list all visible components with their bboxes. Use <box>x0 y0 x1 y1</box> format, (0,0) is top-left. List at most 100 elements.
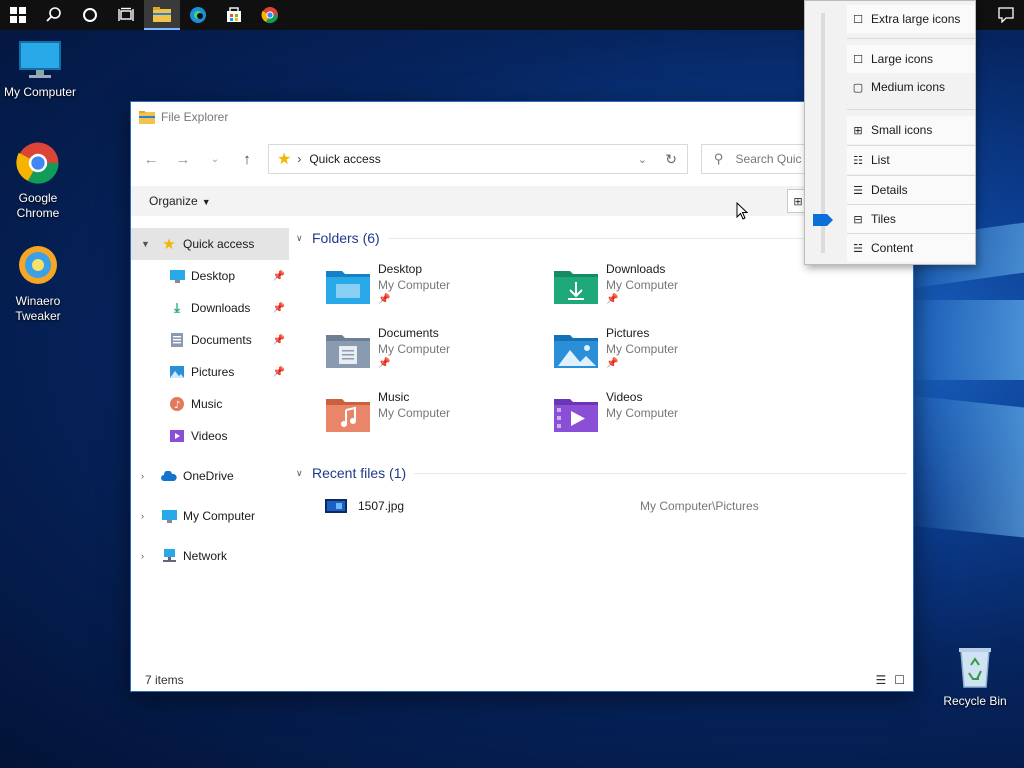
monitor-icon <box>19 41 61 78</box>
cortana-icon <box>83 8 97 22</box>
title-bar[interactable]: File Explorer <box>131 102 913 132</box>
tile-name: Music <box>378 390 410 404</box>
nav-item-desktop[interactable]: Desktop 📌 <box>131 260 289 292</box>
status-item-count: 7 items <box>145 673 184 687</box>
nav-item-label: Documents <box>191 333 252 347</box>
arrow-up-icon: ↑ <box>243 150 251 168</box>
file-explorer-window: File Explorer ← → ⌄ ↑ ★ › Quick access ⌄… <box>130 101 915 692</box>
nav-item-quick-access[interactable]: ▼ ★ Quick access <box>131 228 289 260</box>
chevron-down-icon[interactable]: ▼ <box>141 239 150 249</box>
folder-tile-music[interactable]: Music My Computer <box>326 390 546 446</box>
menu-item-content[interactable]: ☱ Content <box>847 234 975 262</box>
menu-item-tiles[interactable]: ⊟ Tiles <box>847 205 975 233</box>
edge-icon <box>190 7 206 23</box>
address-bar[interactable]: ★ › Quick access ⌄ ↻ <box>268 144 688 174</box>
nav-item-my-computer[interactable]: › My Computer <box>131 500 289 532</box>
tile-name: Videos <box>606 390 643 404</box>
folder-tile-desktop[interactable]: Desktop My Computer 📌 <box>326 262 546 318</box>
recent-file-path: My Computer\Pictures <box>640 499 759 513</box>
tile-location: My Computer <box>378 278 451 292</box>
folder-tile-pictures[interactable]: Pictures My Computer 📌 <box>554 326 774 382</box>
taskbar-edge[interactable] <box>180 0 216 30</box>
chevron-down-icon[interactable]: ⌄ <box>638 153 647 166</box>
download-icon: ⤓ <box>174 300 180 315</box>
folder-desktop-icon <box>326 271 370 304</box>
menu-item-extra-large-icons[interactable]: ☐ Extra large icons <box>847 5 975 33</box>
chevron-down-icon[interactable]: ∨ <box>296 233 312 244</box>
menu-item-details[interactable]: ☰ Details <box>847 176 975 204</box>
desktop-icon-recycle-bin[interactable]: Recycle Bin <box>935 645 1015 709</box>
chevron-right-icon[interactable]: › <box>141 551 144 561</box>
nav-item-network[interactable]: › Network <box>131 540 289 572</box>
nav-item-label: Videos <box>191 429 228 443</box>
chrome-icon <box>261 7 279 24</box>
folder-documents-icon <box>326 335 370 368</box>
nav-item-pictures[interactable]: Pictures 📌 <box>131 356 289 388</box>
menu-item-list[interactable]: ☷ List <box>847 146 975 174</box>
pin-icon: 📌 <box>272 366 285 378</box>
tile-location: My Computer <box>606 342 679 356</box>
desktop-icon-google-chrome[interactable]: Google Chrome <box>0 140 78 221</box>
video-icon <box>169 428 185 444</box>
nav-item-music[interactable]: ♪ Music <box>131 388 289 420</box>
document-icon <box>169 332 185 348</box>
chevron-right-icon[interactable]: › <box>141 471 144 481</box>
menu-item-label: List <box>871 153 890 167</box>
nav-item-downloads[interactable]: ⤓ Downloads 📌 <box>131 292 289 324</box>
desktop-icon-winaero-tweaker[interactable]: Winaero Tweaker <box>0 243 78 324</box>
chevron-down-icon[interactable]: ∨ <box>296 468 312 479</box>
details-icon: ☰ <box>853 184 863 197</box>
taskbar-chrome[interactable] <box>252 0 288 30</box>
recent-file-row[interactable]: 1507.jpg My Computer\Pictures <box>296 491 913 521</box>
forward-button[interactable]: → <box>167 151 199 168</box>
folder-videos-icon <box>554 399 598 432</box>
start-button[interactable] <box>0 0 36 30</box>
task-view-button[interactable] <box>108 0 144 30</box>
menu-item-small-icons[interactable]: ⊞ Small icons <box>847 116 975 144</box>
folder-tile-downloads[interactable]: Downloads My Computer 📌 <box>554 262 774 318</box>
status-view-buttons: ☰ ☐ <box>875 673 905 687</box>
desktop-icon-label: Recycle Bin <box>943 694 1007 708</box>
chevron-right-icon[interactable]: › <box>141 511 144 521</box>
taskbar-file-explorer[interactable] <box>144 0 180 30</box>
cortana-button[interactable] <box>72 0 108 30</box>
refresh-icon[interactable]: ↻ <box>665 151 677 168</box>
search-icon: ⚲ <box>714 151 724 166</box>
menu-item-large-icons[interactable]: ☐ Large icons <box>847 45 975 73</box>
menu-item-label: Small icons <box>871 123 933 137</box>
recent-locations-button[interactable]: ⌄ <box>199 154 231 165</box>
content-view-icon: ☱ <box>853 242 863 255</box>
nav-item-videos[interactable]: Videos <box>131 420 289 452</box>
menu-item-medium-icons[interactable]: ▢ Medium icons <box>847 73 975 101</box>
tile-name: Downloads <box>606 262 666 276</box>
action-center-button[interactable] <box>988 0 1024 30</box>
menu-item-label: Large icons <box>871 52 934 66</box>
menu-item-label: Details <box>871 183 908 197</box>
medium-icon-icon: ▢ <box>852 81 864 94</box>
nav-item-label: Music <box>191 397 223 411</box>
view-menu: ☐ Extra large icons ☐ Large icons ▢ Medium … <box>804 0 976 265</box>
small-icons-grid-icon: ⊞ <box>853 124 863 137</box>
folder-tile-documents[interactable]: Documents My Computer 📌 <box>326 326 546 382</box>
search-button[interactable] <box>36 0 72 30</box>
folders-tiles: Desktop My Computer 📌 Downloads My Compu… <box>296 248 913 448</box>
task-view-icon <box>118 7 134 21</box>
wallpaper-ray <box>905 300 1024 380</box>
picture-icon <box>169 364 185 380</box>
navigation-bar: ← → ⌄ ↑ ★ › Quick access ⌄ ↻ ⚲ Search Qu… <box>131 142 915 176</box>
large-icons-view-icon[interactable]: ☐ <box>894 673 905 687</box>
folder-tile-videos[interactable]: Videos My Computer <box>554 390 774 446</box>
store-icon <box>227 7 241 22</box>
nav-item-onedrive[interactable]: › OneDrive <box>131 460 289 492</box>
image-thumbnail-icon <box>325 499 347 513</box>
organize-button[interactable]: Organize ▼ <box>149 194 211 208</box>
details-view-icon[interactable]: ☰ <box>875 673 886 687</box>
taskbar-store[interactable] <box>216 0 252 30</box>
view-slider-thumb[interactable] <box>813 214 833 226</box>
tile-name: Desktop <box>378 262 423 276</box>
nav-item-documents[interactable]: Documents 📌 <box>131 324 289 356</box>
recent-files-group-header[interactable]: ∨ Recent files (1) <box>296 463 913 483</box>
up-button[interactable]: ↑ <box>231 151 263 168</box>
back-button[interactable]: ← <box>135 151 167 168</box>
desktop-icon-my-computer[interactable]: My Computer <box>0 40 80 100</box>
